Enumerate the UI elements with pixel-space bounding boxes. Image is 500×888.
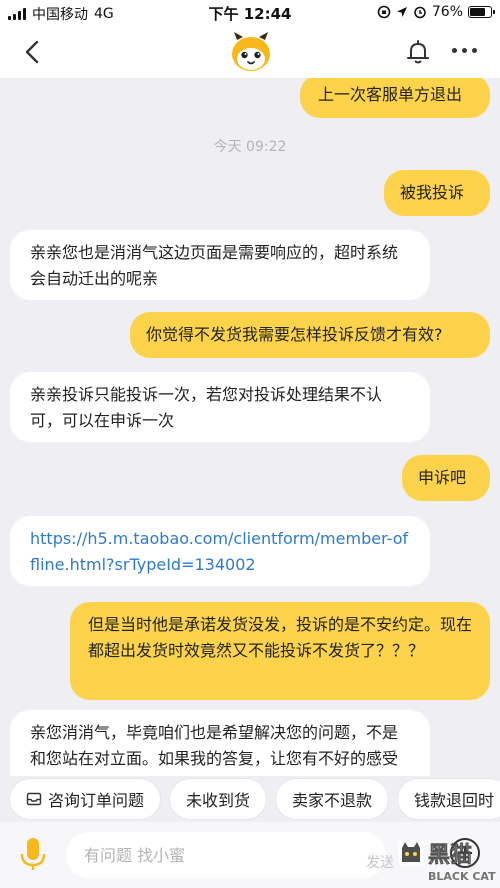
nav-bar	[0, 26, 500, 78]
battery-percent: 76%	[431, 4, 463, 20]
message-bubble-outgoing: 你觉得不发货我需要怎样投诉反馈才有效?	[130, 312, 490, 358]
alarm-icon	[414, 6, 426, 19]
message-bubble-incoming: 亲您消消气，毕竟咱们也是希望解决您的问题，不是和您站在对立面。如果我的答复，让您…	[10, 710, 430, 776]
message-bubble-outgoing: 上一次客服单方退出	[300, 78, 490, 118]
message-bubble-outgoing: 申诉吧	[402, 455, 490, 501]
watermark-title: 黑猫	[428, 843, 472, 868]
message-bubble-incoming: 亲亲投诉只能投诉一次，若您对投诉处理结果不认可，可以在申诉一次	[10, 372, 430, 442]
chip-label: 钱款退回时	[414, 791, 495, 810]
more-options-icon[interactable]	[452, 48, 480, 56]
message-bubble-outgoing: 但是当时他是承诺发货没发，投诉的是不安约定。现在都超出发货时效竟然又不能投诉不发…	[70, 602, 490, 700]
send-label[interactable]: 发送	[366, 852, 394, 872]
status-bar: 中国移动 4G 下午 12:44 76%	[0, 0, 500, 26]
inbox-icon	[26, 792, 42, 806]
chip-label: 未收到货	[186, 791, 251, 810]
chip-consult-order[interactable]: 咨询订单问题	[10, 779, 161, 819]
chip-refund-time[interactable]: 钱款退回时	[398, 779, 500, 819]
watermark-subtitle: BLACK CAT	[428, 870, 496, 883]
chip-label: 咨询订单问题	[48, 791, 145, 810]
microphone-icon[interactable]	[18, 836, 48, 872]
rotation-lock-icon	[377, 5, 391, 19]
chip-label: 卖家不退款	[292, 791, 373, 810]
location-icon	[396, 7, 407, 17]
battery-icon	[468, 6, 495, 18]
chip-not-received[interactable]: 未收到货	[170, 779, 267, 819]
status-right: 76%	[377, 4, 495, 20]
message-link[interactable]: https://h5.m.taobao.com/clientform/membe…	[10, 516, 430, 586]
quick-reply-bar: 咨询订单问题 未收到货 卖家不退款 钱款退回时	[0, 776, 500, 822]
message-bubble-outgoing: 被我投诉	[384, 170, 490, 216]
message-bubble-incoming: 亲亲您也是消消气这边页面是需要响应的，超时系统会自动迁出的呢亲	[10, 230, 430, 300]
message-input[interactable]	[66, 832, 386, 878]
chat-timestamp: 今天 09:22	[213, 139, 287, 155]
mascot-icon	[232, 32, 270, 71]
back-arrow-icon[interactable]	[20, 38, 46, 66]
chip-seller-no-refund[interactable]: 卖家不退款	[276, 779, 389, 819]
black-cat-watermark: 黑猫 BLACK CAT	[398, 840, 496, 883]
chat-area: 上一次客服单方退出 今天 09:22 被我投诉 亲亲您也是消消气这边页面是需要响…	[0, 78, 500, 776]
bell-icon[interactable]	[404, 38, 432, 66]
